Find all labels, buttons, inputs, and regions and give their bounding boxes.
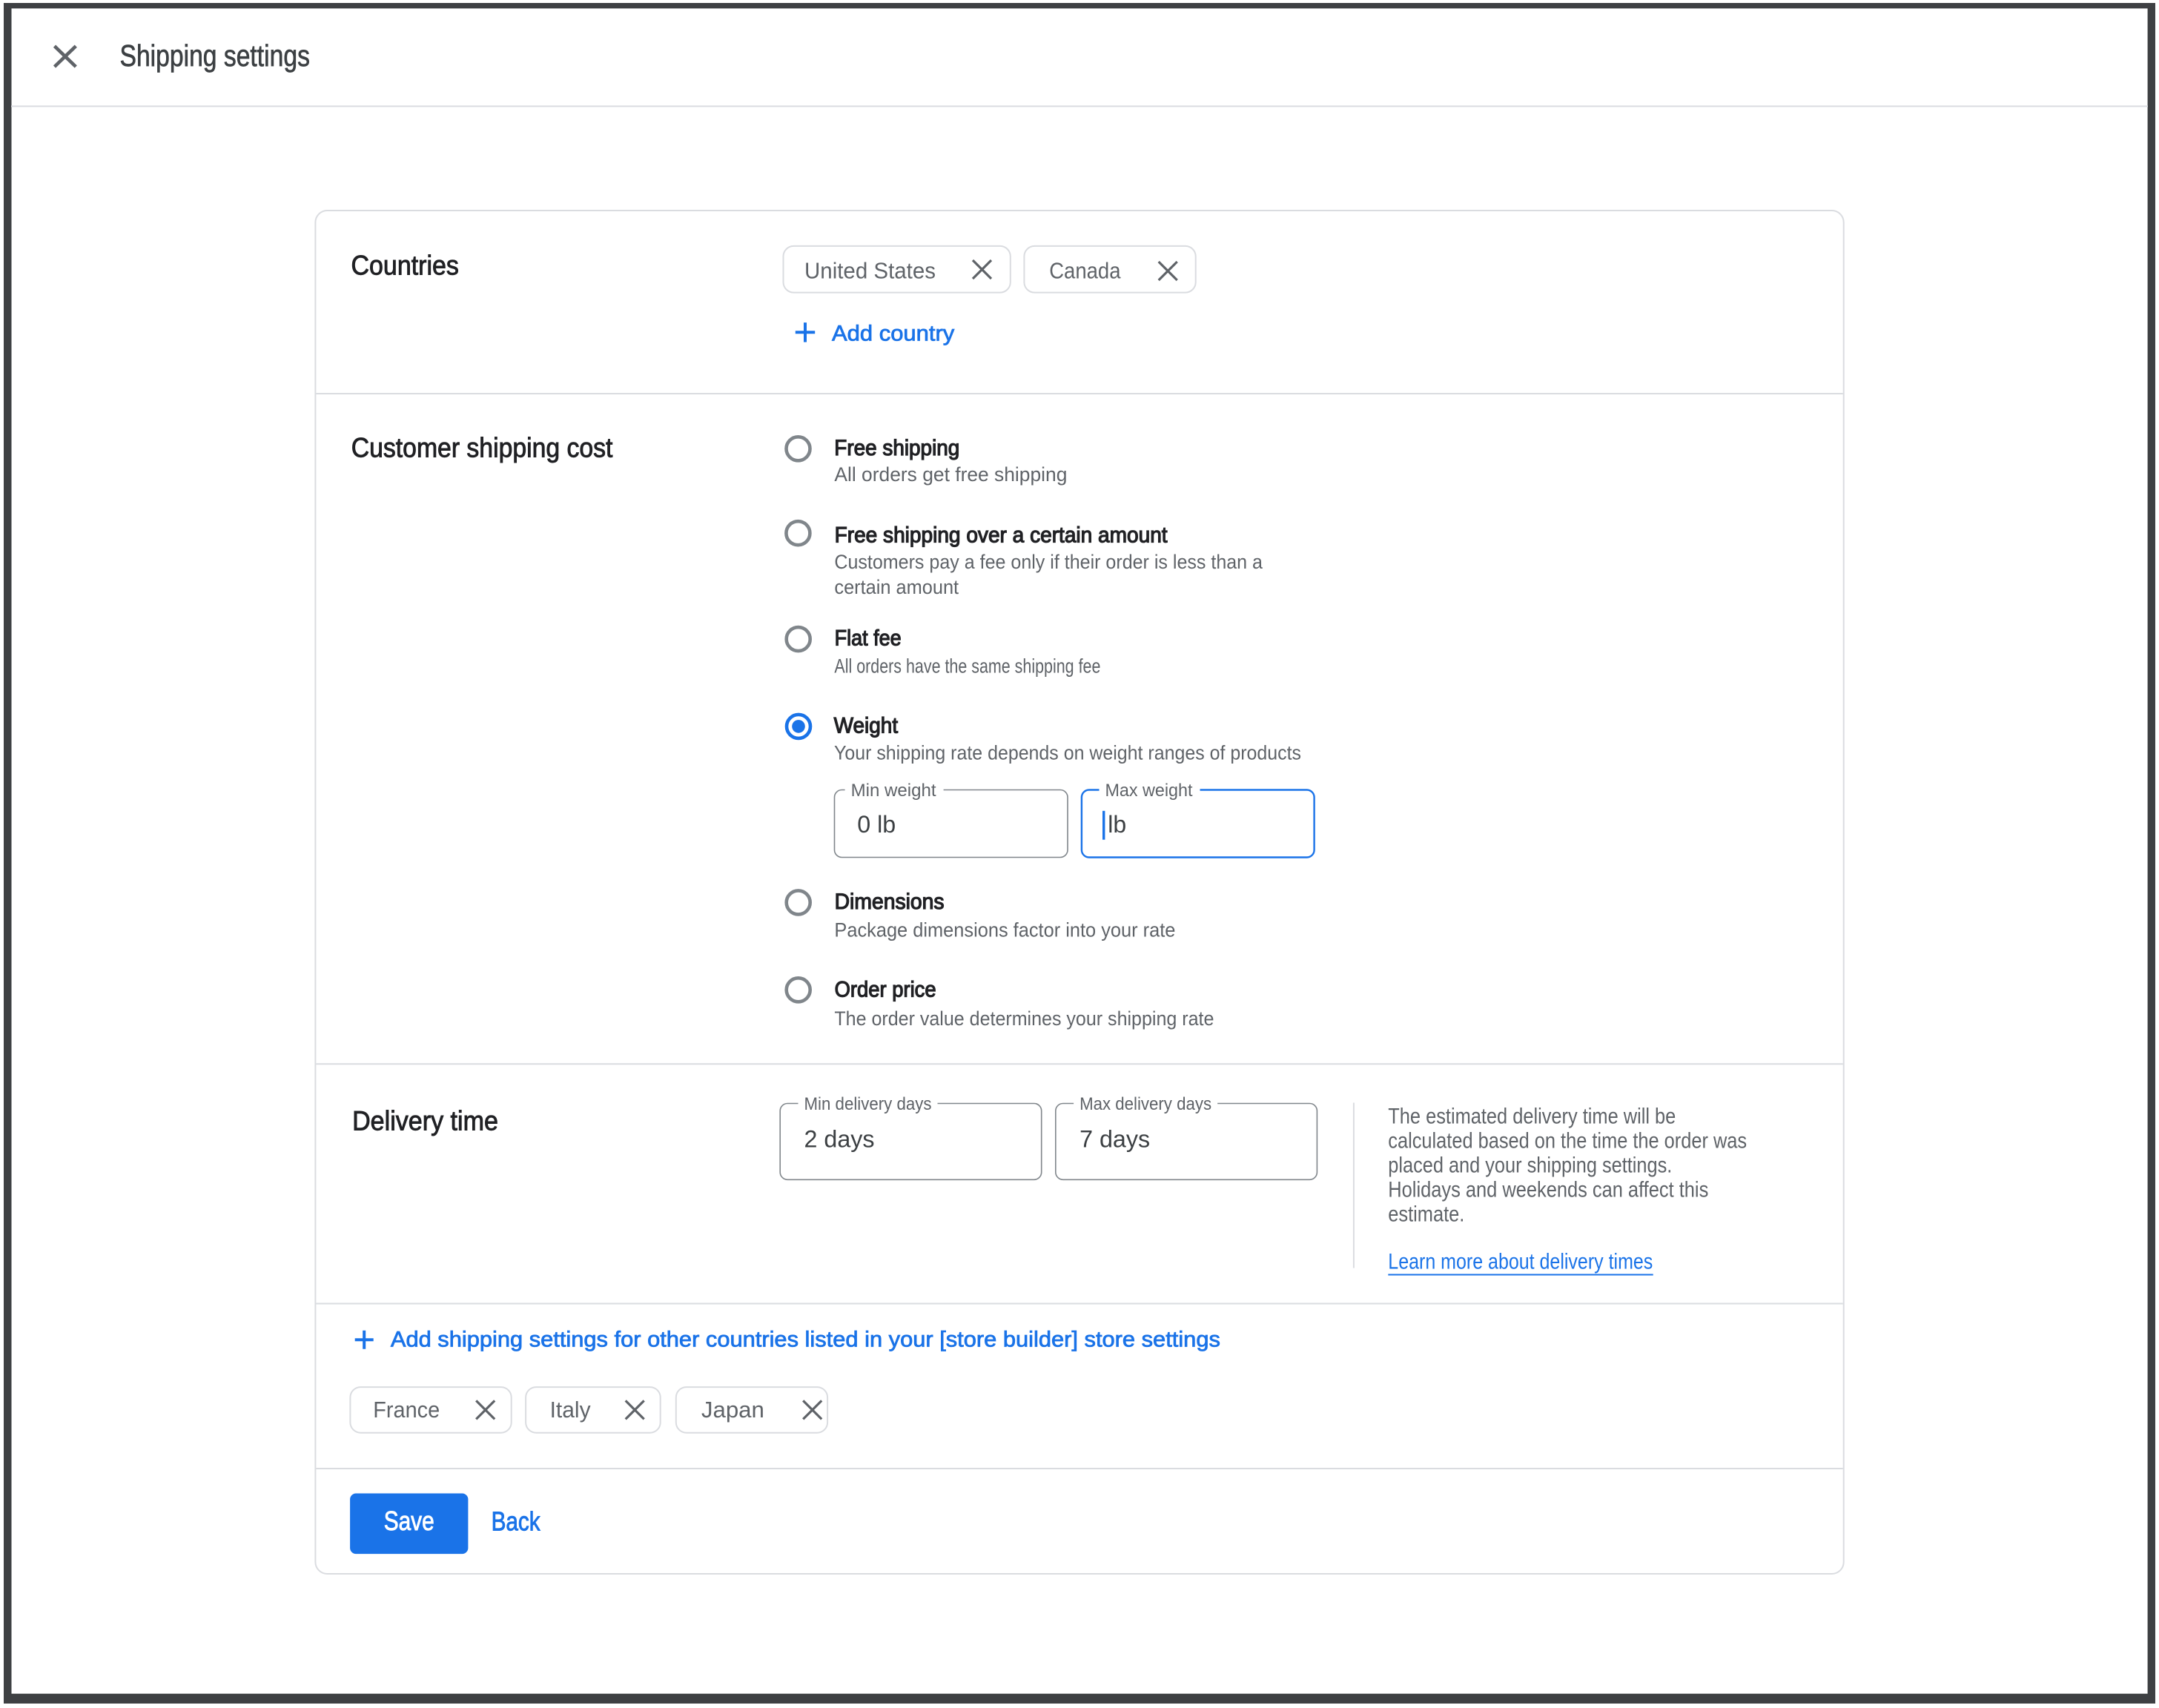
svg-text:Italy: Italy xyxy=(550,1397,591,1423)
svg-text:The order value determines you: The order value determines your shipping… xyxy=(834,1007,1214,1030)
svg-text:Max delivery days: Max delivery days xyxy=(1080,1094,1211,1114)
svg-text:Min weight: Min weight xyxy=(851,781,936,801)
svg-text:Customer shipping cost: Customer shipping cost xyxy=(351,432,613,463)
svg-text:Dimensions: Dimensions xyxy=(835,890,945,914)
svg-text:Order price: Order price xyxy=(835,978,936,1002)
svg-text:Customers pay a fee only if th: Customers pay a fee only if their order … xyxy=(834,551,1263,573)
svg-text:Countries: Countries xyxy=(351,251,459,281)
svg-text:certain amount: certain amount xyxy=(834,576,959,598)
svg-text:lb: lb xyxy=(1108,811,1126,838)
svg-text:Add shipping settings for othe: Add shipping settings for other countrie… xyxy=(391,1328,1220,1352)
svg-text:United States: United States xyxy=(804,258,936,284)
svg-text:Free shipping over a certain a: Free shipping over a certain amount xyxy=(835,523,1168,548)
svg-text:estimate.: estimate. xyxy=(1388,1202,1464,1226)
svg-text:7 days: 7 days xyxy=(1080,1126,1150,1153)
svg-text:Min delivery days: Min delivery days xyxy=(804,1094,932,1114)
svg-text:France: France xyxy=(373,1397,440,1423)
svg-text:Package dimensions factor into: Package dimensions factor into your rate xyxy=(834,918,1175,941)
svg-text:placed and your shipping setti: placed and your shipping settings. xyxy=(1388,1153,1672,1177)
svg-text:0 lb: 0 lb xyxy=(857,811,896,838)
svg-text:Flat fee: Flat fee xyxy=(835,626,902,651)
svg-text:Weight: Weight xyxy=(834,714,899,738)
svg-text:Shipping settings: Shipping settings xyxy=(120,39,310,73)
svg-text:Delivery time: Delivery time xyxy=(352,1106,498,1136)
svg-text:Canada: Canada xyxy=(1049,258,1121,284)
svg-text:2 days: 2 days xyxy=(804,1126,875,1153)
svg-text:Learn more about delivery time: Learn more about delivery times xyxy=(1388,1250,1653,1274)
svg-text:All orders have the same shipp: All orders have the same shipping fee xyxy=(834,655,1100,677)
svg-text:The estimated delivery time wi: The estimated delivery time will be xyxy=(1388,1104,1676,1128)
svg-text:calculated based on the time t: calculated based on the time the order w… xyxy=(1388,1128,1747,1153)
svg-text:Free shipping: Free shipping xyxy=(834,436,959,460)
svg-text:Holidays and weekends can affe: Holidays and weekends can affect this xyxy=(1388,1177,1708,1202)
svg-text:Back: Back xyxy=(492,1506,541,1537)
svg-text:Your shipping rate depends on: Your shipping rate depends on weight ran… xyxy=(834,741,1301,764)
svg-text:All orders get free shipping: All orders get free shipping xyxy=(834,463,1067,486)
svg-text:Add country: Add country xyxy=(832,322,954,346)
svg-text:Max weight: Max weight xyxy=(1105,781,1193,801)
svg-text:Japan: Japan xyxy=(701,1397,764,1423)
svg-text:Save: Save xyxy=(384,1506,434,1536)
